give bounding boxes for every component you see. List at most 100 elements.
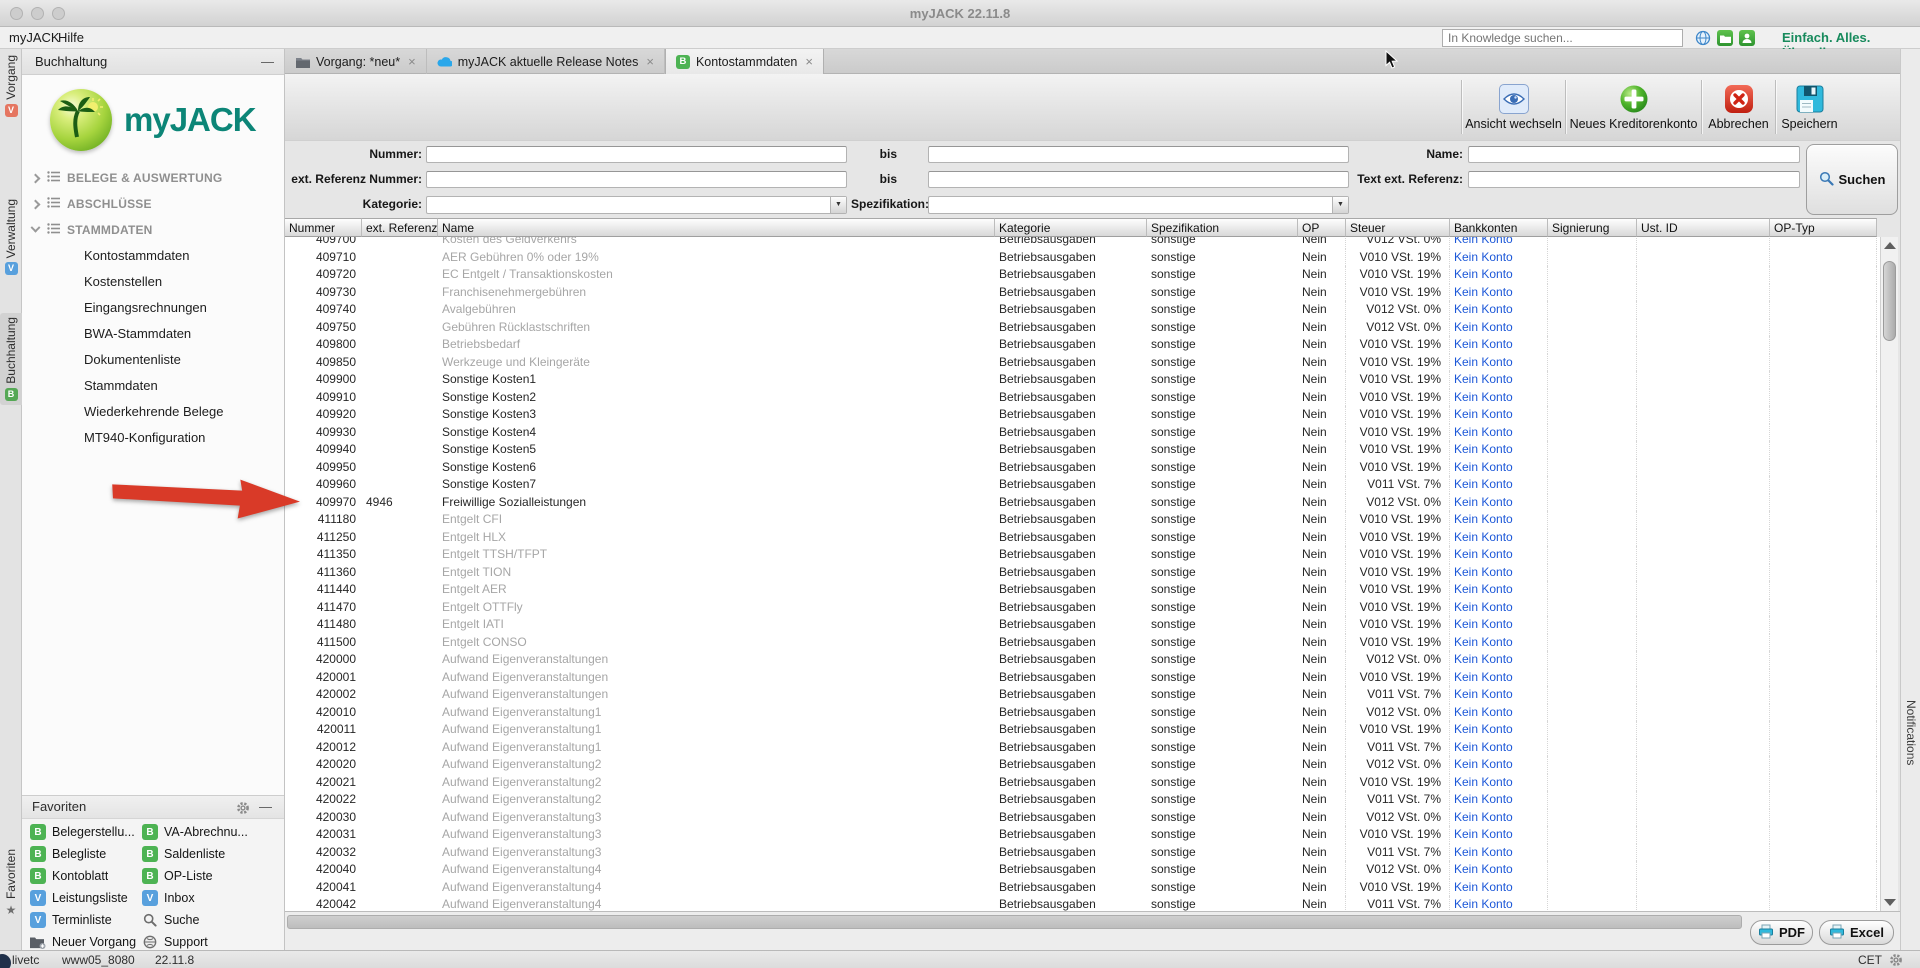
column-header-signierung[interactable]: Signierung — [1548, 218, 1637, 237]
cell-bankkonten[interactable]: Kein Konto — [1450, 686, 1548, 704]
table-row[interactable]: 409960Sonstige Kosten7Betriebsausgabenso… — [285, 476, 1880, 494]
table-row[interactable]: 409700Kosten des GeldverkehrsBetriebsaus… — [285, 237, 1880, 249]
favorite-belegerstellu[interactable]: BBelegerstellu... — [28, 821, 140, 843]
scroll-down-arrow[interactable] — [1884, 899, 1896, 906]
horizontal-scrollbar[interactable] — [287, 915, 1742, 929]
table-row[interactable]: 420000Aufwand EigenveranstaltungenBetrie… — [285, 651, 1880, 669]
table-row[interactable]: 409730FranchisenehmergebührenBetriebsaus… — [285, 284, 1880, 302]
cell-bankkonten[interactable]: Kein Konto — [1450, 721, 1548, 739]
cell-bankkonten[interactable]: Kein Konto — [1450, 371, 1548, 389]
kategorie-select[interactable]: ▼ — [426, 196, 847, 214]
cell-bankkonten[interactable]: Kein Konto — [1450, 424, 1548, 442]
table-row[interactable]: 411440Entgelt AERBetriebsausgabensonstig… — [285, 581, 1880, 599]
tree-section-stammdaten[interactable]: STAMMDATEN — [22, 217, 284, 243]
cell-bankkonten[interactable]: Kein Konto — [1450, 546, 1548, 564]
column-header-bankkonten[interactable]: Bankkonten — [1450, 218, 1548, 237]
table-row[interactable]: 420022Aufwand Eigenveranstaltung2Betrieb… — [285, 791, 1880, 809]
column-header-spezifikation[interactable]: Spezifikation — [1147, 218, 1298, 237]
favorite-belegliste[interactable]: BBelegliste — [28, 843, 140, 865]
cell-bankkonten[interactable]: Kein Konto — [1450, 459, 1548, 477]
cell-bankkonten[interactable]: Kein Konto — [1450, 896, 1548, 911]
nummer-input[interactable] — [426, 146, 847, 163]
excel-button[interactable]: Excel — [1819, 920, 1894, 945]
table-row[interactable]: 420030Aufwand Eigenveranstaltung3Betrieb… — [285, 809, 1880, 827]
table-row[interactable]: 411360Entgelt TIONBetriebsausgabensonsti… — [285, 564, 1880, 582]
column-header-name[interactable]: Name — [438, 218, 995, 237]
abbrechen-button[interactable]: Abbrechen — [1702, 76, 1775, 138]
table-row[interactable]: 420040Aufwand Eigenveranstaltung4Betrieb… — [285, 861, 1880, 879]
close-icon[interactable]: × — [805, 54, 813, 69]
cell-bankkonten[interactable]: Kein Konto — [1450, 669, 1548, 687]
notifications-strip[interactable]: Notifications — [1900, 49, 1920, 950]
cell-bankkonten[interactable]: Kein Konto — [1450, 389, 1548, 407]
side-tab-vorgang[interactable]: Vorgang V — [0, 55, 22, 117]
table-row[interactable]: 411500Entgelt CONSOBetriebsausgabensonst… — [285, 634, 1880, 652]
cell-bankkonten[interactable]: Kein Konto — [1450, 237, 1548, 249]
cell-bankkonten[interactable]: Kein Konto — [1450, 739, 1548, 757]
table-row[interactable]: 420010Aufwand Eigenveranstaltung1Betrieb… — [285, 704, 1880, 722]
table-row[interactable]: 409950Sonstige Kosten6Betriebsausgabenso… — [285, 459, 1880, 477]
tree-section-abschluesse[interactable]: ABSCHLÜSSE — [22, 191, 284, 217]
column-header-op[interactable]: OP — [1298, 218, 1346, 237]
table-row[interactable]: 420031Aufwand Eigenveranstaltung3Betrieb… — [285, 826, 1880, 844]
table-row[interactable]: 420041Aufwand Eigenveranstaltung4Betrieb… — [285, 879, 1880, 897]
ansicht-wechseln-button[interactable]: Ansicht wechseln — [1462, 76, 1565, 138]
table-row[interactable]: 409720EC Entgelt / TransaktionskostenBet… — [285, 266, 1880, 284]
favorite-op-liste[interactable]: BOP-Liste — [140, 865, 252, 887]
suchen-button[interactable]: Suchen — [1806, 144, 1898, 215]
sidebar-minimize-button[interactable]: — — [261, 49, 274, 74]
cell-bankkonten[interactable]: Kein Konto — [1450, 319, 1548, 337]
table-row[interactable]: 420021Aufwand Eigenveranstaltung2Betrieb… — [285, 774, 1880, 792]
column-header-nummer[interactable]: Nummer — [285, 218, 362, 237]
cell-bankkonten[interactable]: Kein Konto — [1450, 476, 1548, 494]
cell-bankkonten[interactable]: Kein Konto — [1450, 634, 1548, 652]
table-row[interactable]: 409920Sonstige Kosten3Betriebsausgabenso… — [285, 406, 1880, 424]
cell-bankkonten[interactable]: Kein Konto — [1450, 354, 1548, 372]
cell-bankkonten[interactable]: Kein Konto — [1450, 266, 1548, 284]
table-row[interactable]: 409930Sonstige Kosten4Betriebsausgabenso… — [285, 424, 1880, 442]
cell-bankkonten[interactable]: Kein Konto — [1450, 336, 1548, 354]
name-input[interactable] — [1468, 146, 1800, 163]
sidebar-item-eingangsrechnungen[interactable]: Eingangsrechnungen — [22, 295, 284, 321]
sidebar-item-stammdaten[interactable]: Stammdaten — [22, 373, 284, 399]
table-row[interactable]: 409910Sonstige Kosten2Betriebsausgabenso… — [285, 389, 1880, 407]
column-header-kategorie[interactable]: Kategorie — [995, 218, 1147, 237]
table-row[interactable]: 409740AvalgebührenBetriebsausgabensonsti… — [285, 301, 1880, 319]
favorite-leistungsliste[interactable]: VLeistungsliste — [28, 887, 140, 909]
cell-bankkonten[interactable]: Kein Konto — [1450, 301, 1548, 319]
text-ext-referenz-input[interactable] — [1468, 171, 1800, 188]
column-header-steuer[interactable]: Steuer — [1346, 218, 1450, 237]
cell-bankkonten[interactable]: Kein Konto — [1450, 844, 1548, 862]
table-row[interactable]: 411480Entgelt IATIBetriebsausgabensonsti… — [285, 616, 1880, 634]
cell-bankkonten[interactable]: Kein Konto — [1450, 581, 1548, 599]
table-row[interactable]: 411180Entgelt CFIBetriebsausgabensonstig… — [285, 511, 1880, 529]
sidebar-item-bwa-stammdaten[interactable]: BWA-Stammdaten — [22, 321, 284, 347]
menu-myjack[interactable]: myJACK — [9, 30, 60, 45]
tab-kontostammdaten[interactable]: B Kontostammdaten × — [665, 49, 824, 74]
table-row[interactable]: 420020Aufwand Eigenveranstaltung2Betrieb… — [285, 756, 1880, 774]
cell-bankkonten[interactable]: Kein Konto — [1450, 616, 1548, 634]
favorites-minimize-button[interactable]: — — [259, 796, 272, 818]
cell-bankkonten[interactable]: Kein Konto — [1450, 249, 1548, 267]
table-row[interactable]: 4099704946Freiwillige SozialleistungenBe… — [285, 494, 1880, 512]
scroll-up-arrow[interactable] — [1884, 242, 1896, 249]
gear-icon[interactable] — [236, 800, 250, 822]
cell-bankkonten[interactable]: Kein Konto — [1450, 879, 1548, 897]
nummer-bis-input[interactable] — [928, 146, 1349, 163]
tree-section-belege-auswertung[interactable]: BELEGE & AUSWERTUNG — [22, 165, 284, 191]
table-row[interactable]: 420011Aufwand Eigenveranstaltung1Betrieb… — [285, 721, 1880, 739]
spezifikation-select[interactable]: ▼ — [928, 196, 1349, 214]
close-icon[interactable]: × — [408, 54, 416, 69]
speichern-button[interactable]: Speichern — [1776, 76, 1843, 138]
table-row[interactable]: 409800BetriebsbedarfBetriebsausgabensons… — [285, 336, 1880, 354]
cell-bankkonten[interactable]: Kein Konto — [1450, 826, 1548, 844]
cell-bankkonten[interactable]: Kein Konto — [1450, 756, 1548, 774]
table-row[interactable]: 420002Aufwand EigenveranstaltungenBetrie… — [285, 686, 1880, 704]
favorite-inbox[interactable]: VInbox — [140, 887, 252, 909]
sidebar-item-mt940-konfiguration[interactable]: MT940-Konfiguration — [22, 425, 284, 451]
cell-bankkonten[interactable]: Kein Konto — [1450, 651, 1548, 669]
neues-kreditorenkonto-button[interactable]: Neues Kreditorenkonto — [1566, 76, 1701, 138]
table-row[interactable]: 409850Werkzeuge und KleingeräteBetriebsa… — [285, 354, 1880, 372]
gear-icon[interactable] — [1889, 953, 1903, 968]
sidebar-item-wiederkehrende-belege[interactable]: Wiederkehrende Belege — [22, 399, 284, 425]
